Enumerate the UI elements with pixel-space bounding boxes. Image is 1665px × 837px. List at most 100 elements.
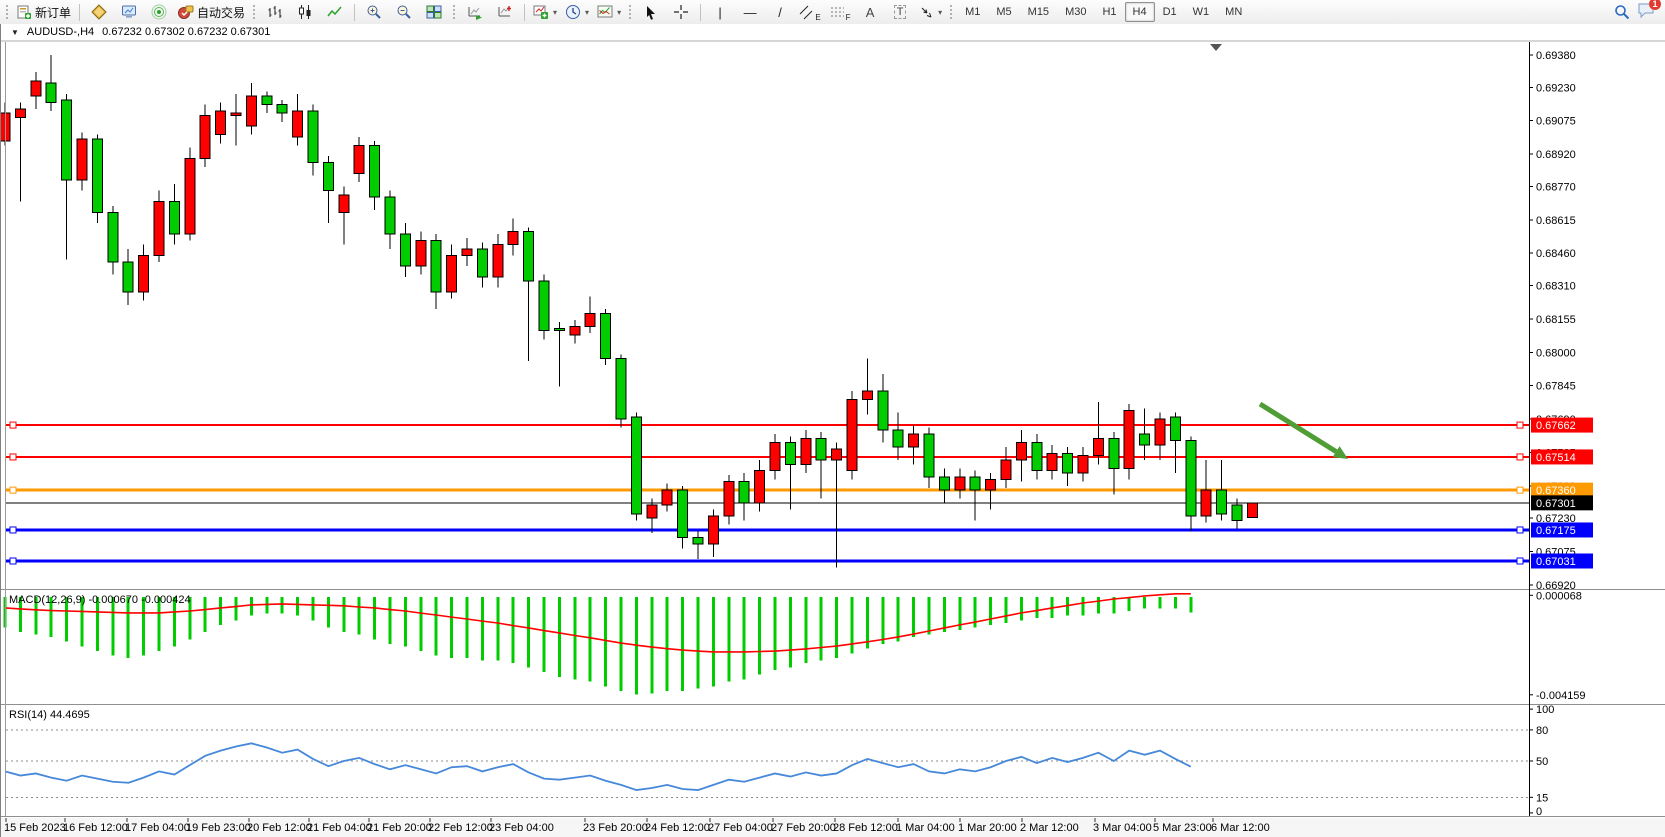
vertical-line-tool-button[interactable]: | [705,1,735,23]
text-tool-button[interactable]: A [855,1,885,23]
price-tick-label: 0.69075 [1536,116,1576,128]
price-line-label: 0.67031 [1536,556,1576,568]
symbol-dropdown-icon[interactable]: ▼ [11,28,19,37]
tab-timeframe-w1[interactable]: W1 [1185,2,1218,22]
candle [277,105,287,114]
candle [1124,410,1134,468]
candle [739,482,749,504]
arrows-tool-button[interactable]: ▾ [915,1,946,23]
candle [77,139,87,180]
cursor-arrow-icon [644,5,658,20]
line-handle [10,487,16,493]
auto-scroll-button[interactable] [460,1,490,23]
trendline-icon: / [778,5,782,20]
candle [31,81,41,96]
crosshair-tool-button[interactable] [666,1,696,23]
line-chart-icon [327,4,343,20]
candle [601,313,611,358]
market-watch-button[interactable] [114,1,144,23]
time-axis-label: 1 Mar 04:00 [896,822,955,834]
fibonacci-tool-button[interactable]: F [825,1,855,23]
candle [323,163,333,191]
toolbar-drag-handle[interactable] [949,4,954,20]
toolbar-separator [700,4,701,21]
price-tick-label: 0.68000 [1536,347,1576,359]
zoom-out-button[interactable] [389,1,419,23]
notifications-button[interactable]: 1 [1637,2,1655,23]
time-axis-label: 5 Mar 23:00 [1153,822,1212,834]
time-axis-label: 17 Feb 04:00 [125,822,190,834]
charts-button[interactable] [84,1,114,23]
rsi-axis-label: 15 [1536,792,1548,804]
chart-shift-button[interactable] [490,1,520,23]
toolbar-drag-handle[interactable] [252,4,257,20]
chart-shift-icon [497,4,513,20]
tab-timeframe-m5[interactable]: M5 [988,2,1019,22]
new-order-button[interactable]: 新订单 [13,1,75,23]
horizontal-line-tool-button[interactable]: — [735,1,765,23]
channel-tool-button[interactable]: E [795,1,825,23]
periods-button[interactable]: ▾ [561,1,593,23]
bar-chart-mode-button[interactable] [260,1,290,23]
time-axis-label: 23 Feb 20:00 [583,822,648,834]
trendline-tool-button[interactable]: / [765,1,795,23]
line-handle [1517,454,1523,460]
tab-timeframe-m15[interactable]: M15 [1020,2,1057,22]
toolbar-drag-handle[interactable] [452,4,457,20]
time-axis-label: 27 Feb 20:00 [771,822,836,834]
toolbar-drag-handle[interactable] [5,4,10,20]
candle [15,109,25,118]
candle [662,490,672,505]
candle [246,96,256,126]
search-icon [1614,4,1630,20]
price-tick-label: 0.68310 [1536,280,1576,292]
tab-timeframe-h1[interactable]: H1 [1094,2,1124,22]
label-tool-button[interactable]: T [885,1,915,23]
candle [909,434,919,447]
tab-timeframe-h4[interactable]: H4 [1125,2,1155,22]
price-tick-label: 0.68770 [1536,181,1576,193]
candle [231,113,241,115]
candle [1001,460,1011,479]
candle [416,240,426,266]
cursor-tool-button[interactable] [636,1,666,23]
indicators-button[interactable]: ▾ [529,1,561,23]
templates-button[interactable]: ▾ [593,1,625,23]
auto-scroll-icon [467,4,483,20]
time-axis-label: 22 Feb 12:00 [428,822,493,834]
autotrading-button[interactable]: 自动交易 [174,1,249,23]
dropdown-arrow-icon: ▾ [553,8,557,17]
tile-windows-button[interactable] [419,1,449,23]
tab-timeframe-m30[interactable]: M30 [1057,2,1094,22]
dropdown-arrow-icon: ▾ [585,8,589,17]
search-button[interactable] [1607,1,1637,23]
signals-button[interactable] [144,1,174,23]
chart-canvas[interactable]: 0.693800.692300.690750.689200.687700.686… [1,41,1665,837]
candle [862,391,872,400]
line-handle [1517,558,1523,564]
time-axis-label: 23 Feb 04:00 [489,822,554,834]
candle [570,326,580,335]
candle [370,145,380,197]
line-handle [10,454,16,460]
autotrading-icon [178,4,194,20]
line-chart-mode-button[interactable] [320,1,350,23]
candlestick-mode-button[interactable] [290,1,320,23]
candle [1140,434,1150,445]
toolbar-drag-handle[interactable] [628,4,633,20]
dropdown-arrow-icon: ▾ [617,8,621,17]
candle [1032,443,1042,471]
candle [785,443,795,465]
tab-timeframe-mn[interactable]: MN [1217,2,1250,22]
candle [477,249,487,277]
candle [955,477,965,490]
candle [169,201,179,233]
line-handle [1517,422,1523,428]
zoom-in-button[interactable] [359,1,389,23]
candle [1016,443,1026,460]
candle [816,438,826,460]
tab-timeframe-m1[interactable]: M1 [957,2,988,22]
tab-timeframe-d1[interactable]: D1 [1155,2,1185,22]
candle [585,313,595,326]
time-axis-label: 19 Feb 23:00 [186,822,251,834]
